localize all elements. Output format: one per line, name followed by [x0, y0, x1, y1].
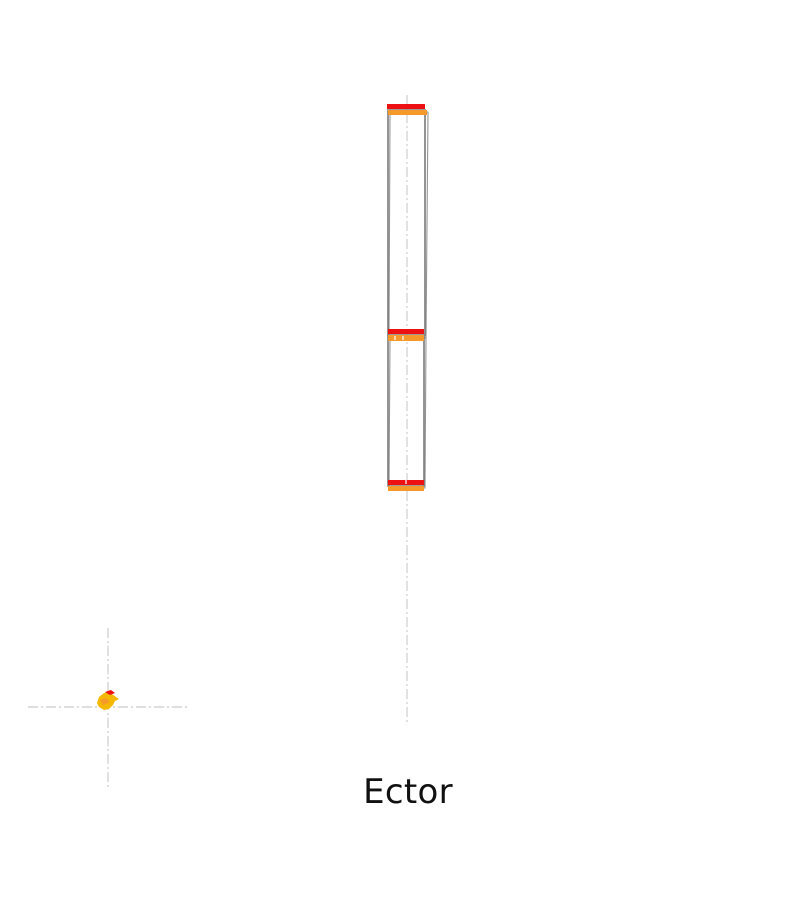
diagram-canvas: [28, 95, 429, 788]
origin-crosshair-icon: [28, 628, 188, 788]
diagram-title: Ector: [363, 772, 453, 812]
middle-joint: [388, 329, 424, 341]
upper-segment: [387, 109, 429, 338]
joint-highlights: [394, 336, 407, 484]
lower-segment: [387, 335, 427, 489]
